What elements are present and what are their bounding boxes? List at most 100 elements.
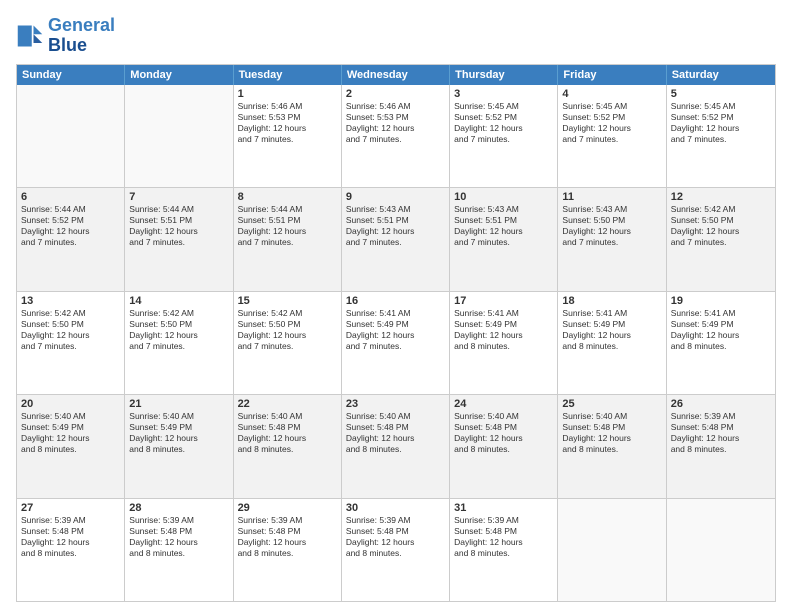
calendar-cell: 23Sunrise: 5:40 AM Sunset: 5:48 PM Dayli… <box>342 395 450 497</box>
cell-text: Sunrise: 5:39 AM Sunset: 5:48 PM Dayligh… <box>129 515 228 559</box>
cell-text: Sunrise: 5:39 AM Sunset: 5:48 PM Dayligh… <box>671 411 771 455</box>
day-number: 26 <box>671 398 771 410</box>
calendar-cell: 24Sunrise: 5:40 AM Sunset: 5:48 PM Dayli… <box>450 395 558 497</box>
day-number: 4 <box>562 88 661 100</box>
calendar-header: SundayMondayTuesdayWednesdayThursdayFrid… <box>17 65 775 85</box>
day-number: 20 <box>21 398 120 410</box>
cell-text: Sunrise: 5:42 AM Sunset: 5:50 PM Dayligh… <box>21 308 120 352</box>
cell-text: Sunrise: 5:40 AM Sunset: 5:48 PM Dayligh… <box>346 411 445 455</box>
calendar-cell: 22Sunrise: 5:40 AM Sunset: 5:48 PM Dayli… <box>234 395 342 497</box>
cell-text: Sunrise: 5:41 AM Sunset: 5:49 PM Dayligh… <box>346 308 445 352</box>
calendar-cell: 29Sunrise: 5:39 AM Sunset: 5:48 PM Dayli… <box>234 499 342 601</box>
day-number: 31 <box>454 502 553 514</box>
calendar-cell: 11Sunrise: 5:43 AM Sunset: 5:50 PM Dayli… <box>558 188 666 290</box>
day-number: 18 <box>562 295 661 307</box>
cell-text: Sunrise: 5:39 AM Sunset: 5:48 PM Dayligh… <box>21 515 120 559</box>
calendar-cell: 30Sunrise: 5:39 AM Sunset: 5:48 PM Dayli… <box>342 499 450 601</box>
calendar-cell: 6Sunrise: 5:44 AM Sunset: 5:52 PM Daylig… <box>17 188 125 290</box>
day-number: 8 <box>238 191 337 203</box>
calendar-cell: 1Sunrise: 5:46 AM Sunset: 5:53 PM Daylig… <box>234 85 342 187</box>
logo-icon <box>16 22 44 50</box>
calendar-row-1: 6Sunrise: 5:44 AM Sunset: 5:52 PM Daylig… <box>17 187 775 290</box>
header-day-wednesday: Wednesday <box>342 65 450 85</box>
cell-text: Sunrise: 5:45 AM Sunset: 5:52 PM Dayligh… <box>454 101 553 145</box>
day-number: 7 <box>129 191 228 203</box>
calendar: SundayMondayTuesdayWednesdayThursdayFrid… <box>16 64 776 602</box>
logo-text: General Blue <box>48 16 115 56</box>
day-number: 24 <box>454 398 553 410</box>
cell-text: Sunrise: 5:41 AM Sunset: 5:49 PM Dayligh… <box>562 308 661 352</box>
cell-text: Sunrise: 5:46 AM Sunset: 5:53 PM Dayligh… <box>238 101 337 145</box>
header-day-tuesday: Tuesday <box>234 65 342 85</box>
day-number: 30 <box>346 502 445 514</box>
calendar-cell: 8Sunrise: 5:44 AM Sunset: 5:51 PM Daylig… <box>234 188 342 290</box>
calendar-row-2: 13Sunrise: 5:42 AM Sunset: 5:50 PM Dayli… <box>17 291 775 394</box>
header-day-friday: Friday <box>558 65 666 85</box>
calendar-row-4: 27Sunrise: 5:39 AM Sunset: 5:48 PM Dayli… <box>17 498 775 601</box>
day-number: 14 <box>129 295 228 307</box>
calendar-row-0: 1Sunrise: 5:46 AM Sunset: 5:53 PM Daylig… <box>17 85 775 187</box>
day-number: 9 <box>346 191 445 203</box>
cell-text: Sunrise: 5:42 AM Sunset: 5:50 PM Dayligh… <box>238 308 337 352</box>
calendar-cell: 14Sunrise: 5:42 AM Sunset: 5:50 PM Dayli… <box>125 292 233 394</box>
logo: General Blue <box>16 16 115 56</box>
cell-text: Sunrise: 5:44 AM Sunset: 5:51 PM Dayligh… <box>129 204 228 248</box>
day-number: 6 <box>21 191 120 203</box>
page: General Blue SundayMondayTuesdayWednesda… <box>0 0 792 612</box>
day-number: 28 <box>129 502 228 514</box>
cell-text: Sunrise: 5:39 AM Sunset: 5:48 PM Dayligh… <box>238 515 337 559</box>
day-number: 19 <box>671 295 771 307</box>
cell-text: Sunrise: 5:40 AM Sunset: 5:48 PM Dayligh… <box>238 411 337 455</box>
calendar-cell: 18Sunrise: 5:41 AM Sunset: 5:49 PM Dayli… <box>558 292 666 394</box>
day-number: 13 <box>21 295 120 307</box>
day-number: 2 <box>346 88 445 100</box>
calendar-cell: 21Sunrise: 5:40 AM Sunset: 5:49 PM Dayli… <box>125 395 233 497</box>
day-number: 15 <box>238 295 337 307</box>
calendar-cell <box>558 499 666 601</box>
cell-text: Sunrise: 5:44 AM Sunset: 5:52 PM Dayligh… <box>21 204 120 248</box>
calendar-cell: 9Sunrise: 5:43 AM Sunset: 5:51 PM Daylig… <box>342 188 450 290</box>
cell-text: Sunrise: 5:39 AM Sunset: 5:48 PM Dayligh… <box>454 515 553 559</box>
calendar-cell: 12Sunrise: 5:42 AM Sunset: 5:50 PM Dayli… <box>667 188 775 290</box>
cell-text: Sunrise: 5:44 AM Sunset: 5:51 PM Dayligh… <box>238 204 337 248</box>
day-number: 27 <box>21 502 120 514</box>
day-number: 25 <box>562 398 661 410</box>
cell-text: Sunrise: 5:39 AM Sunset: 5:48 PM Dayligh… <box>346 515 445 559</box>
day-number: 29 <box>238 502 337 514</box>
calendar-cell: 17Sunrise: 5:41 AM Sunset: 5:49 PM Dayli… <box>450 292 558 394</box>
calendar-cell: 4Sunrise: 5:45 AM Sunset: 5:52 PM Daylig… <box>558 85 666 187</box>
calendar-cell: 25Sunrise: 5:40 AM Sunset: 5:48 PM Dayli… <box>558 395 666 497</box>
cell-text: Sunrise: 5:43 AM Sunset: 5:51 PM Dayligh… <box>454 204 553 248</box>
day-number: 10 <box>454 191 553 203</box>
day-number: 16 <box>346 295 445 307</box>
calendar-cell: 7Sunrise: 5:44 AM Sunset: 5:51 PM Daylig… <box>125 188 233 290</box>
day-number: 22 <box>238 398 337 410</box>
cell-text: Sunrise: 5:42 AM Sunset: 5:50 PM Dayligh… <box>129 308 228 352</box>
header-day-saturday: Saturday <box>667 65 775 85</box>
cell-text: Sunrise: 5:46 AM Sunset: 5:53 PM Dayligh… <box>346 101 445 145</box>
header: General Blue <box>16 16 776 56</box>
day-number: 12 <box>671 191 771 203</box>
cell-text: Sunrise: 5:41 AM Sunset: 5:49 PM Dayligh… <box>671 308 771 352</box>
cell-text: Sunrise: 5:43 AM Sunset: 5:51 PM Dayligh… <box>346 204 445 248</box>
day-number: 3 <box>454 88 553 100</box>
cell-text: Sunrise: 5:40 AM Sunset: 5:48 PM Dayligh… <box>454 411 553 455</box>
day-number: 21 <box>129 398 228 410</box>
calendar-body: 1Sunrise: 5:46 AM Sunset: 5:53 PM Daylig… <box>17 85 775 601</box>
day-number: 1 <box>238 88 337 100</box>
calendar-cell: 15Sunrise: 5:42 AM Sunset: 5:50 PM Dayli… <box>234 292 342 394</box>
cell-text: Sunrise: 5:45 AM Sunset: 5:52 PM Dayligh… <box>562 101 661 145</box>
calendar-cell <box>667 499 775 601</box>
calendar-cell: 31Sunrise: 5:39 AM Sunset: 5:48 PM Dayli… <box>450 499 558 601</box>
calendar-cell: 3Sunrise: 5:45 AM Sunset: 5:52 PM Daylig… <box>450 85 558 187</box>
cell-text: Sunrise: 5:42 AM Sunset: 5:50 PM Dayligh… <box>671 204 771 248</box>
day-number: 11 <box>562 191 661 203</box>
day-number: 23 <box>346 398 445 410</box>
calendar-cell: 16Sunrise: 5:41 AM Sunset: 5:49 PM Dayli… <box>342 292 450 394</box>
calendar-cell: 10Sunrise: 5:43 AM Sunset: 5:51 PM Dayli… <box>450 188 558 290</box>
cell-text: Sunrise: 5:40 AM Sunset: 5:48 PM Dayligh… <box>562 411 661 455</box>
cell-text: Sunrise: 5:41 AM Sunset: 5:49 PM Dayligh… <box>454 308 553 352</box>
cell-text: Sunrise: 5:43 AM Sunset: 5:50 PM Dayligh… <box>562 204 661 248</box>
calendar-cell <box>17 85 125 187</box>
calendar-cell: 2Sunrise: 5:46 AM Sunset: 5:53 PM Daylig… <box>342 85 450 187</box>
